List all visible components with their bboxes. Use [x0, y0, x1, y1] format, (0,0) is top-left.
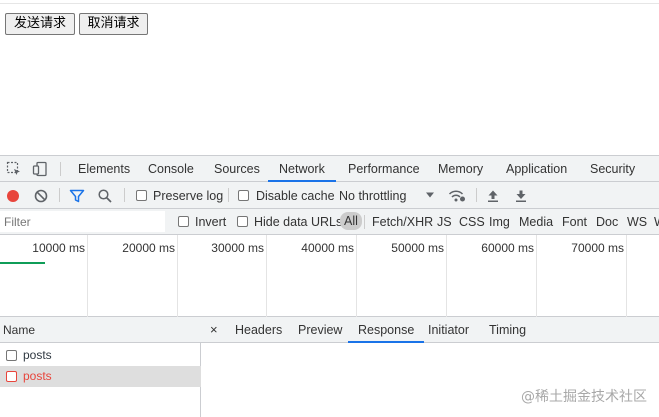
filter-type-media[interactable]: Media [519, 215, 553, 229]
timeline-gridline [177, 235, 178, 317]
request-name: posts [23, 369, 52, 383]
top-divider [0, 3, 659, 4]
tab-application[interactable]: Application [506, 156, 567, 182]
timeline-gridline [536, 235, 537, 317]
timeline-tick-label: 20000 ms [122, 241, 175, 255]
timeline-gridline [87, 235, 88, 317]
tab-security[interactable]: Security [590, 156, 635, 182]
timeline-gridline [266, 235, 267, 317]
hide-data-urls-label: Hide data URLs [254, 215, 343, 229]
timeline-tick-label: 70000 ms [571, 241, 624, 255]
close-icon[interactable]: × [210, 317, 218, 343]
toolbar-divider [59, 188, 60, 202]
tabbar-divider [60, 162, 61, 176]
filter-type-doc[interactable]: Doc [596, 215, 618, 229]
filter-divider [364, 215, 365, 229]
tab-initiator[interactable]: Initiator [428, 317, 469, 343]
timeline-gridline [446, 235, 447, 317]
timeline-tick-label: 50000 ms [391, 241, 444, 255]
request-checkbox[interactable] [6, 350, 17, 361]
hide-data-urls-checkbox[interactable] [237, 216, 248, 227]
preserve-log-checkbox[interactable] [136, 190, 147, 201]
invert-checkbox[interactable] [178, 216, 189, 227]
invert-label: Invert [195, 215, 227, 229]
timeline-gridline [626, 235, 627, 317]
name-column-header[interactable]: Name [0, 317, 201, 343]
send-request-button[interactable]: 发送请求 [5, 13, 75, 35]
tab-console[interactable]: Console [148, 156, 194, 182]
toolbar-divider [124, 188, 125, 202]
import-har-icon[interactable] [485, 188, 501, 204]
filter-type-wasm[interactable]: W [654, 215, 659, 229]
request-name: posts [23, 348, 52, 362]
tab-memory[interactable]: Memory [438, 156, 483, 182]
filter-type-fetch-xhr[interactable]: Fetch/XHR [372, 215, 433, 229]
disable-cache-checkbox[interactable] [238, 190, 249, 201]
toolbar-divider [476, 188, 477, 202]
request-row[interactable]: posts [0, 345, 201, 366]
timeline-tick-label: 10000 ms [32, 241, 85, 255]
timeline-tick-label: 30000 ms [211, 241, 264, 255]
chevron-down-icon[interactable] [424, 189, 440, 205]
filter-type-js[interactable]: JS [437, 215, 452, 229]
filter-icon[interactable] [69, 188, 85, 204]
timeline-request-bar [0, 262, 45, 264]
filter-type-font[interactable]: Font [562, 215, 587, 229]
preserve-log-label: Preserve log [153, 189, 224, 203]
request-checkbox[interactable] [6, 371, 17, 382]
tab-response[interactable]: Response [348, 317, 425, 343]
watermark: @稀土掘金技术社区 [521, 389, 647, 405]
network-toolbar: Preserve log Disable cache No throttling [0, 182, 659, 209]
tab-timing[interactable]: Timing [489, 317, 526, 343]
clear-icon[interactable] [33, 188, 49, 204]
disable-cache-label: Disable cache [256, 189, 335, 203]
cancel-request-button[interactable]: 取消请求 [79, 13, 148, 35]
page-content: 发送请求 取消请求 [0, 0, 659, 155]
filter-bar: Invert Hide data URLs All Fetch/XHR JS C… [0, 209, 659, 235]
export-har-icon[interactable] [513, 188, 529, 204]
filter-input[interactable] [0, 211, 165, 232]
record-icon[interactable] [5, 188, 21, 204]
devtools-tabbar: Elements Console Sources Network Perform… [0, 156, 659, 182]
tab-sources[interactable]: Sources [214, 156, 260, 182]
filter-type-img[interactable]: Img [489, 215, 510, 229]
filter-type-css[interactable]: CSS [459, 215, 485, 229]
timeline-overview[interactable]: 10000 ms 20000 ms 30000 ms 40000 ms 5000… [0, 235, 659, 317]
tab-elements[interactable]: Elements [78, 156, 130, 182]
devtools-panel: Elements Console Sources Network Perform… [0, 155, 659, 417]
request-row-selected[interactable]: posts [0, 366, 201, 387]
toolbar-divider [228, 188, 229, 202]
tab-performance[interactable]: Performance [348, 156, 420, 182]
timeline-tick-label: 40000 ms [301, 241, 354, 255]
timeline-gridline [356, 235, 357, 317]
device-toolbar-icon[interactable] [32, 161, 48, 177]
filter-type-all[interactable]: All [340, 212, 362, 230]
inspect-element-icon[interactable] [6, 161, 22, 177]
network-conditions-icon[interactable] [448, 188, 465, 204]
timeline-tick-label: 60000 ms [481, 241, 534, 255]
search-icon[interactable] [97, 188, 113, 204]
tab-network[interactable]: Network [268, 156, 336, 182]
filter-type-ws[interactable]: WS [627, 215, 647, 229]
detail-tabbar: × Headers Preview Response Initiator Tim… [201, 317, 659, 343]
tab-preview[interactable]: Preview [298, 317, 342, 343]
tab-headers[interactable]: Headers [235, 317, 282, 343]
throttling-select[interactable]: No throttling [339, 189, 406, 203]
request-list: Name posts posts [0, 317, 201, 417]
